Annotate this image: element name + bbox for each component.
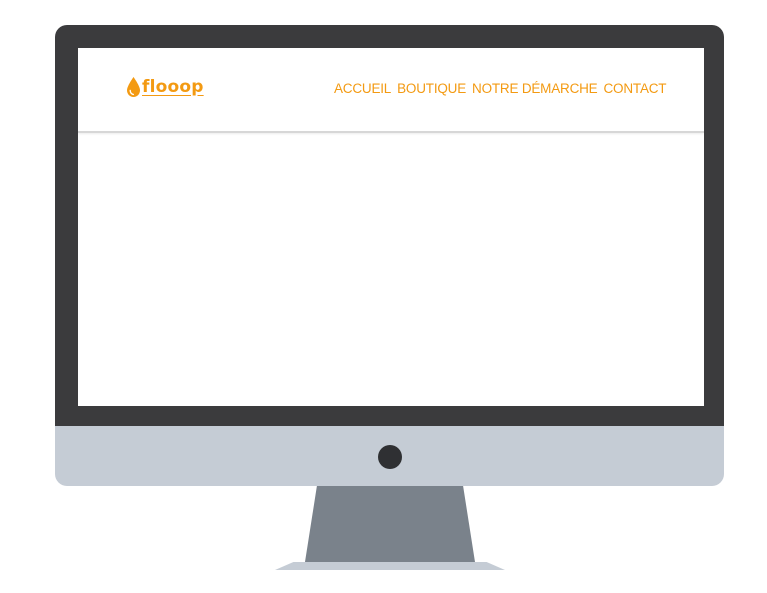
monitor-screen: flooop ACCUEIL BOUTIQUE NOTRE DÉMARCHE C… [78,48,704,406]
monitor-logo-dot [378,445,402,469]
monitor-mockup: flooop ACCUEIL BOUTIQUE NOTRE DÉMARCHE C… [0,0,767,593]
monitor-stand-neck [305,486,475,562]
monitor-stand-base [275,562,505,570]
nav-item-notre-demarche[interactable]: NOTRE DÉMARCHE [472,81,598,97]
nav-item-accueil[interactable]: ACCUEIL [334,81,391,97]
drop-icon [127,77,140,97]
nav-item-boutique[interactable]: BOUTIQUE [397,81,466,97]
nav-item-contact[interactable]: CONTACT [604,81,667,97]
site-header: flooop ACCUEIL BOUTIQUE NOTRE DÉMARCHE C… [78,48,704,133]
site-logo[interactable]: flooop [127,77,204,97]
main-nav: ACCUEIL BOUTIQUE NOTRE DÉMARCHE CONTACT [334,81,667,97]
logo-wordmark: flooop [142,77,204,97]
